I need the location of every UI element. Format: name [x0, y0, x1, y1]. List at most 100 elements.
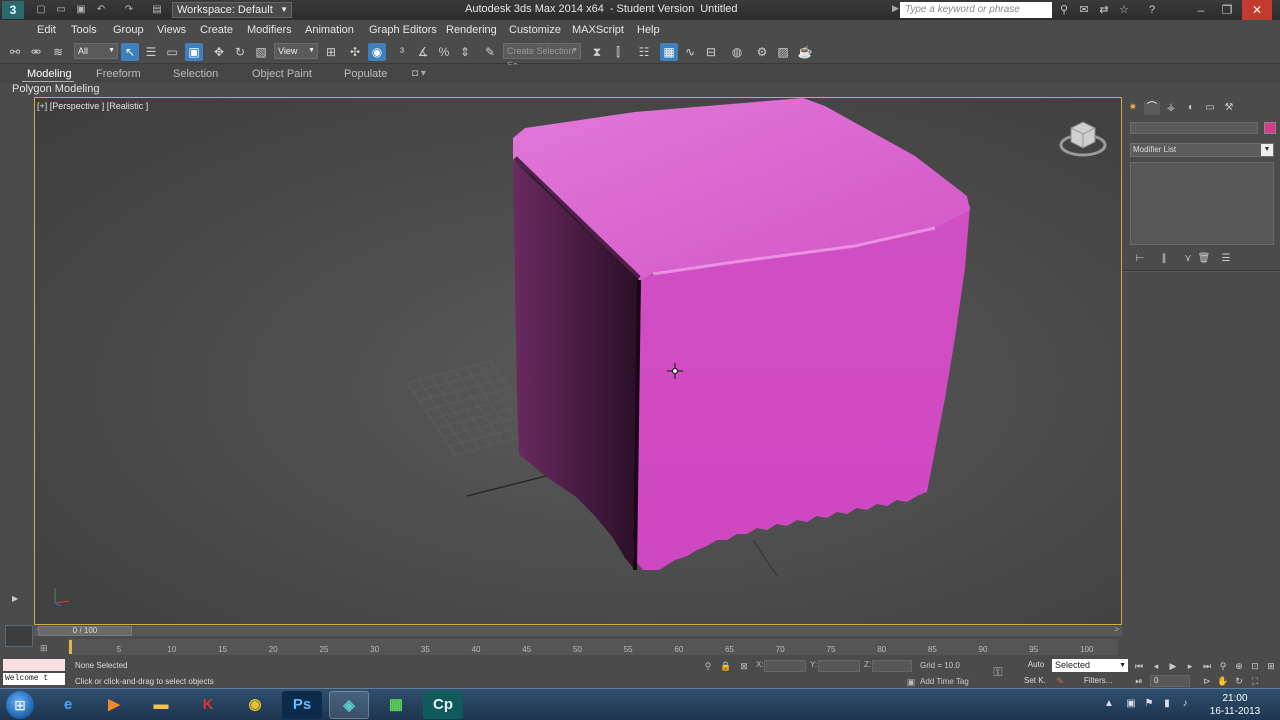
- time-slider-thumb[interactable]: 0 / 100: [38, 626, 132, 636]
- menu-animation[interactable]: Animation: [305, 24, 354, 36]
- mail-icon[interactable]: ▦: [376, 691, 416, 719]
- tray-expand-icon[interactable]: ▲: [1102, 698, 1116, 712]
- menu-graph-editors[interactable]: Graph Editors: [369, 24, 437, 36]
- photoshop-icon[interactable]: Ps: [282, 691, 322, 719]
- maxscript-listener-mini[interactable]: [3, 659, 65, 671]
- menu-rendering[interactable]: Rendering: [446, 24, 497, 36]
- volume-icon[interactable]: ♪: [1178, 698, 1192, 712]
- snaps-toggle-icon[interactable]: ³: [393, 43, 411, 61]
- menu-views[interactable]: Views: [157, 24, 186, 36]
- reference-coordinate-dropdown[interactable]: View ▼: [274, 43, 318, 59]
- configure-modifier-sets-icon[interactable]: ☰: [1218, 253, 1234, 265]
- y-coordinate-field[interactable]: [818, 660, 860, 672]
- go-to-start-icon[interactable]: ⏮: [1132, 660, 1146, 672]
- time-slider[interactable]: < >: [34, 625, 1122, 636]
- pan-view-icon[interactable]: ✋: [1216, 675, 1230, 687]
- workspace-dropdown[interactable]: Workspace: Default ▼: [172, 2, 292, 18]
- save-file-icon[interactable]: ▣: [74, 3, 88, 17]
- tab-object-paint[interactable]: Object Paint: [252, 68, 312, 80]
- show-end-result-icon[interactable]: ∥: [1156, 253, 1172, 265]
- menu-tools[interactable]: Tools: [71, 24, 97, 36]
- zoom-icon[interactable]: ⚲: [1216, 660, 1230, 672]
- kaspersky-icon[interactable]: K: [188, 691, 228, 719]
- close-button[interactable]: ✕: [1242, 0, 1272, 20]
- select-by-name-icon[interactable]: ☰: [142, 43, 160, 61]
- media-player-icon[interactable]: ▶: [94, 691, 134, 719]
- percent-snap-icon[interactable]: %: [435, 43, 453, 61]
- angle-snap-icon[interactable]: ∡: [414, 43, 432, 61]
- menu-edit[interactable]: Edit: [37, 24, 56, 36]
- previous-frame-icon[interactable]: ◂: [1149, 660, 1163, 672]
- scale-icon[interactable]: ▧: [252, 43, 270, 61]
- padlock-icon[interactable]: 🔒: [720, 660, 732, 672]
- render-setup-icon[interactable]: ⚙: [753, 43, 771, 61]
- go-to-end-icon[interactable]: ⏭: [1200, 660, 1214, 672]
- network-icon[interactable]: ▮: [1160, 698, 1174, 712]
- next-frame-icon[interactable]: ▸: [1183, 660, 1197, 672]
- bind-space-warp-icon[interactable]: ≋: [49, 43, 67, 61]
- viewport-label[interactable]: [+] [Perspective ] [Realistic ]: [37, 101, 148, 111]
- rendered-frame-window-icon[interactable]: ▨: [774, 43, 792, 61]
- link-icon[interactable]: ⚯: [6, 43, 24, 61]
- edit-named-selection-icon[interactable]: ✎: [481, 43, 499, 61]
- rotate-icon[interactable]: ↻: [231, 43, 249, 61]
- current-frame-field[interactable]: 0: [1150, 675, 1190, 687]
- keyboard-shortcut-override-icon[interactable]: ◉: [368, 43, 386, 61]
- x-coordinate-field[interactable]: [764, 660, 806, 672]
- menu-create[interactable]: Create: [200, 24, 233, 36]
- new-file-icon[interactable]: ▢: [34, 3, 48, 17]
- pivot-center-icon[interactable]: ⊞: [322, 43, 340, 61]
- named-selection-dropdown[interactable]: Create Selection Se▼: [503, 43, 581, 70]
- menu-customize[interactable]: Customize: [509, 24, 561, 36]
- key-mode-icon[interactable]: ⏯: [1132, 675, 1146, 687]
- remove-modifier-icon[interactable]: 🗑: [1196, 253, 1212, 265]
- zoom-extents-all-icon[interactable]: ⊞: [1264, 660, 1278, 672]
- mirror-icon[interactable]: ⧗: [588, 43, 606, 61]
- material-editor-icon[interactable]: ◍: [728, 43, 746, 61]
- motion-tab-icon[interactable]: ◐: [1183, 101, 1199, 115]
- exchange-icon[interactable]: ⇄: [1096, 2, 1112, 18]
- key-filter-dropdown[interactable]: Selected ▼: [1052, 659, 1128, 672]
- viewcube-icon[interactable]: [1059, 121, 1107, 157]
- mini-curve-editor-toggle[interactable]: [5, 625, 33, 647]
- select-object-icon[interactable]: ↖: [121, 43, 139, 61]
- utilities-tab-icon[interactable]: ⚒: [1221, 101, 1237, 115]
- z-coordinate-field[interactable]: [872, 660, 912, 672]
- set-key-button[interactable]: Set K.: [1024, 676, 1046, 685]
- open-file-icon[interactable]: ▭: [54, 3, 68, 17]
- selection-filter-dropdown[interactable]: All ▼: [74, 43, 118, 59]
- schematic-view-icon[interactable]: ⊟: [702, 43, 720, 61]
- viewport-layout-expand-icon[interactable]: ▶: [12, 594, 18, 603]
- tab-selection[interactable]: Selection: [173, 68, 218, 80]
- time-tag-icon[interactable]: ▣: [905, 676, 917, 688]
- unlink-icon[interactable]: ⚮: [27, 43, 45, 61]
- maximize-viewport-icon[interactable]: ⛶: [1248, 675, 1262, 687]
- move-icon[interactable]: ✥: [210, 43, 228, 61]
- perspective-viewport[interactable]: [+] [Perspective ] [Realistic ]: [34, 97, 1122, 625]
- absolute-mode-icon[interactable]: ⊠: [738, 660, 750, 672]
- search-input[interactable]: Type a keyword or phrase: [900, 2, 1052, 18]
- modifier-stack[interactable]: [1130, 162, 1274, 245]
- 3dsmax-icon[interactable]: ◈: [329, 691, 369, 719]
- maximize-button[interactable]: ❐: [1214, 0, 1240, 20]
- track-bar-menu-icon[interactable]: ⊞: [40, 643, 48, 654]
- slider-next-icon[interactable]: >: [1114, 625, 1119, 634]
- object-color-swatch[interactable]: [1264, 122, 1276, 134]
- modifier-list-dropdown[interactable]: Modifier List ▼: [1130, 143, 1274, 157]
- graphite-modeling-tools-icon[interactable]: ▦: [660, 43, 678, 61]
- captivate-icon[interactable]: Cp: [423, 691, 463, 719]
- select-manipulate-icon[interactable]: ✣: [346, 43, 364, 61]
- redo-icon[interactable]: ↷: [122, 3, 136, 17]
- pin-stack-icon[interactable]: ⊢: [1132, 253, 1148, 265]
- field-of-view-icon[interactable]: ⊳: [1200, 675, 1214, 687]
- window-crossing-icon[interactable]: ▣: [185, 43, 203, 61]
- communication-icon[interactable]: ✉: [1076, 2, 1092, 18]
- auto-key-button[interactable]: Auto: [1024, 660, 1048, 672]
- explorer-icon[interactable]: ▬: [141, 691, 181, 719]
- action-center-icon[interactable]: ⚑: [1142, 698, 1156, 712]
- favorites-star-icon[interactable]: ☆: [1116, 2, 1132, 18]
- binoculars-icon[interactable]: ⚲: [1056, 2, 1072, 18]
- system-clock[interactable]: 21:00 16-11-2013: [1206, 692, 1264, 718]
- app-logo-icon[interactable]: 3: [2, 1, 24, 19]
- tab-modeling[interactable]: Modeling: [27, 68, 72, 80]
